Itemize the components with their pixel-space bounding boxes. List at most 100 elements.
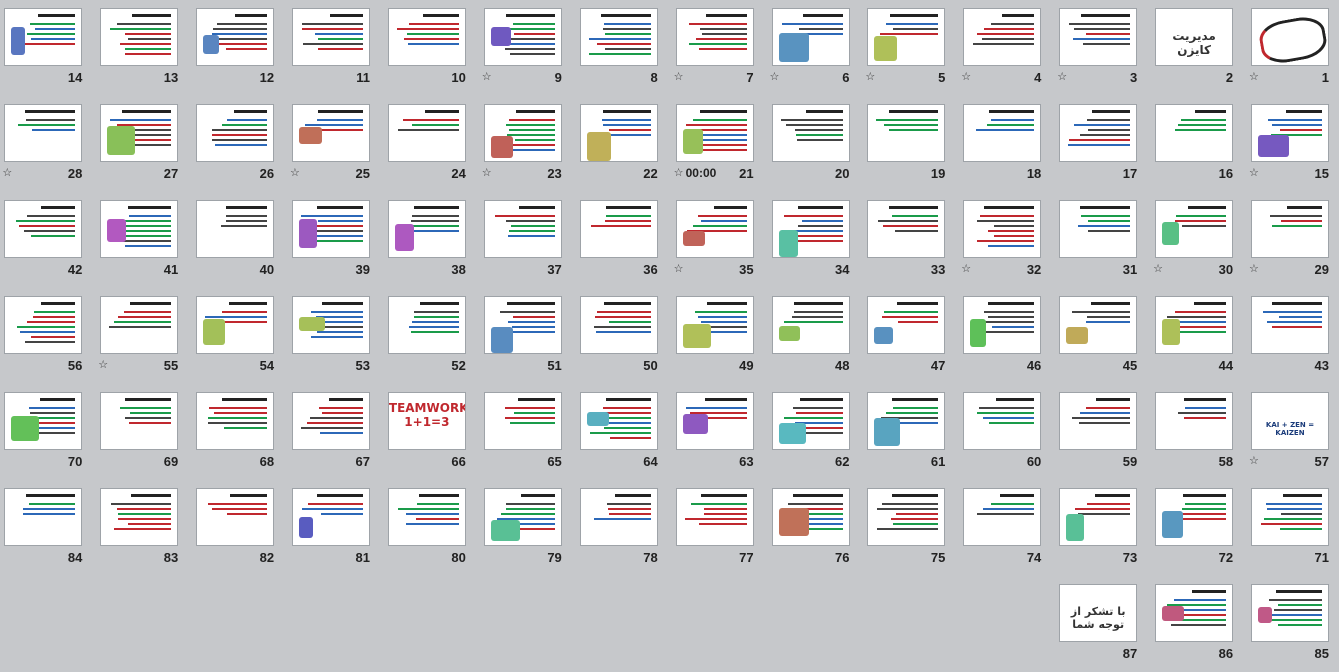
slide-thumbnail[interactable]: 8 [572,0,668,96]
slide-thumbnail[interactable]: 80 [380,480,476,576]
slide-thumbnail[interactable]: 42 [0,192,92,288]
slide-thumbnail[interactable]: 17 [1051,96,1147,192]
slide-thumbnail[interactable]: 76 [764,480,860,576]
slide-thumbnail[interactable]: 67 [284,384,380,480]
slide-thumbnail[interactable]: 77 [668,480,764,576]
slide-thumbnail[interactable]: 51 [476,288,572,384]
slide-thumbnail[interactable]: 46 [955,288,1051,384]
slide-thumbnail[interactable]: 14 [0,0,92,96]
slide-thumbnail[interactable]: ☆ 15 [1243,96,1339,192]
slide-thumbnail[interactable]: 47 [859,288,955,384]
slide-thumbnail[interactable]: مدیریت کایزن 2 [1147,0,1243,96]
slide-thumbnail[interactable]: 84 [0,480,92,576]
slide-thumbnail[interactable]: 71 [1243,480,1339,576]
slide-thumbnail[interactable]: 56 [0,288,92,384]
slide-thumbnail[interactable]: 22 [572,96,668,192]
slide-thumbnail[interactable]: KAI + ZEN = KAIZEN ☆ 57 [1243,384,1339,480]
slide-thumbnail[interactable]: 53 [284,288,380,384]
slide-thumbnail[interactable]: 20 [764,96,860,192]
slide-thumbnail[interactable]: 61 [859,384,955,480]
slide-thumbnail[interactable]: 49 [668,288,764,384]
slide-thumbnail[interactable]: 64 [572,384,668,480]
slide-thumbnail[interactable]: 72 [1147,480,1243,576]
slide-thumbnail[interactable]: ☆ 35 [668,192,764,288]
slide-title-placeholder [222,398,268,401]
slide-thumbnail[interactable]: 44 [1147,288,1243,384]
slide-thumbnail[interactable]: 26 [188,96,284,192]
slide-preview-text: مدیریت کایزن [1172,29,1216,57]
slide-thumbnail[interactable]: 65 [476,384,572,480]
slide-thumbnail[interactable]: 38 [380,192,476,288]
slide-thumbnail[interactable]: 45 [1051,288,1147,384]
slide-thumbnail[interactable]: 60 [955,384,1051,480]
slide-thumbnail[interactable]: 82 [188,480,284,576]
slide-preview [100,104,179,162]
slide-thumbnail[interactable]: 13 [92,0,188,96]
slide-thumbnail[interactable]: 12 [188,0,284,96]
text-line-placeholder [1280,528,1322,530]
slide-title-placeholder [317,494,363,497]
slide-thumbnail[interactable]: ☆ 1 [1243,0,1339,96]
slide-preview [196,104,275,162]
slide-thumbnail[interactable]: 54 [188,288,284,384]
slide-preview [675,488,754,546]
slide-thumbnail[interactable]: 19 [859,96,955,192]
slide-thumbnail[interactable]: 52 [380,288,476,384]
slide-thumbnail[interactable]: 79 [476,480,572,576]
slide-thumbnail[interactable]: ☆ 29 [1243,192,1339,288]
slide-thumbnail[interactable]: 75 [859,480,955,576]
slide-thumbnail[interactable]: 63 [668,384,764,480]
text-line-placeholder [596,43,651,45]
slide-thumbnail[interactable]: ☆ 28 [0,96,92,192]
slide-thumbnail[interactable]: 86 [1147,576,1243,672]
slide-thumbnail[interactable]: 39 [284,192,380,288]
slide-thumbnail[interactable]: ☆ 4 [955,0,1051,96]
slide-thumbnail[interactable]: 27 [92,96,188,192]
slide-thumbnail[interactable]: 34 [764,192,860,288]
slide-thumbnail[interactable]: 50 [572,288,668,384]
slide-thumbnail[interactable]: 31 [1051,192,1147,288]
slide-thumbnail[interactable]: 62 [764,384,860,480]
slide-thumbnail[interactable]: ☆ 55 [92,288,188,384]
slide-thumbnail[interactable]: ☆ 25 [284,96,380,192]
slide-thumbnail[interactable]: 83 [92,480,188,576]
slide-thumbnail[interactable]: 69 [92,384,188,480]
slide-thumbnail[interactable]: ☆ 9 [476,0,572,96]
slide-preview [579,200,658,258]
slide-thumbnail[interactable]: 37 [476,192,572,288]
slide-thumbnail[interactable]: 48 [764,288,860,384]
slide-thumbnail[interactable]: با تشکر از توجه شما 87 [1051,576,1147,672]
slide-thumbnail[interactable]: 81 [284,480,380,576]
slide-thumbnail[interactable]: 74 [955,480,1051,576]
slide-thumbnail[interactable]: 78 [572,480,668,576]
slide-thumbnail[interactable]: 58 [1147,384,1243,480]
slide-thumbnail[interactable]: 36 [572,192,668,288]
slide-thumbnail[interactable]: ☆ 6 [764,0,860,96]
slide-thumbnail[interactable]: 68 [188,384,284,480]
slide-thumbnail[interactable]: 10 [380,0,476,96]
slide-thumbnail[interactable]: 73 [1051,480,1147,576]
slide-thumbnail[interactable]: 11 [284,0,380,96]
text-line-placeholder [1175,129,1227,131]
slide-thumbnail[interactable]: 85 [1243,576,1339,672]
slide-thumbnail[interactable]: 18 [955,96,1051,192]
slide-thumbnail[interactable]: 43 [1243,288,1339,384]
slide-thumbnail[interactable]: ☆ 32 [955,192,1051,288]
slide-thumbnail[interactable]: 40 [188,192,284,288]
slide-thumbnail[interactable]: 33 [859,192,955,288]
slide-title-placeholder [419,302,459,305]
slide-thumbnail[interactable]: 16 [1147,96,1243,192]
slide-thumbnail[interactable]: 41 [92,192,188,288]
slide-thumbnail[interactable]: ☆ 00:00 21 [668,96,764,192]
text-line-placeholder [602,407,651,409]
slide-thumbnail[interactable]: 24 [380,96,476,192]
slide-thumbnail[interactable]: ☆ 3 [1051,0,1147,96]
slide-thumbnail[interactable]: ☆ 5 [859,0,955,96]
slide-thumbnail[interactable]: 70 [0,384,92,480]
slide-thumbnail[interactable]: 59 [1051,384,1147,480]
slide-thumbnail[interactable]: ☆ 30 [1147,192,1243,288]
slide-number: 7 [746,70,754,85]
slide-thumbnail[interactable]: ☆ 23 [476,96,572,192]
slide-thumbnail[interactable]: TEAMWORK 1+1=3 66 [380,384,476,480]
slide-thumbnail[interactable]: ☆ 7 [668,0,764,96]
